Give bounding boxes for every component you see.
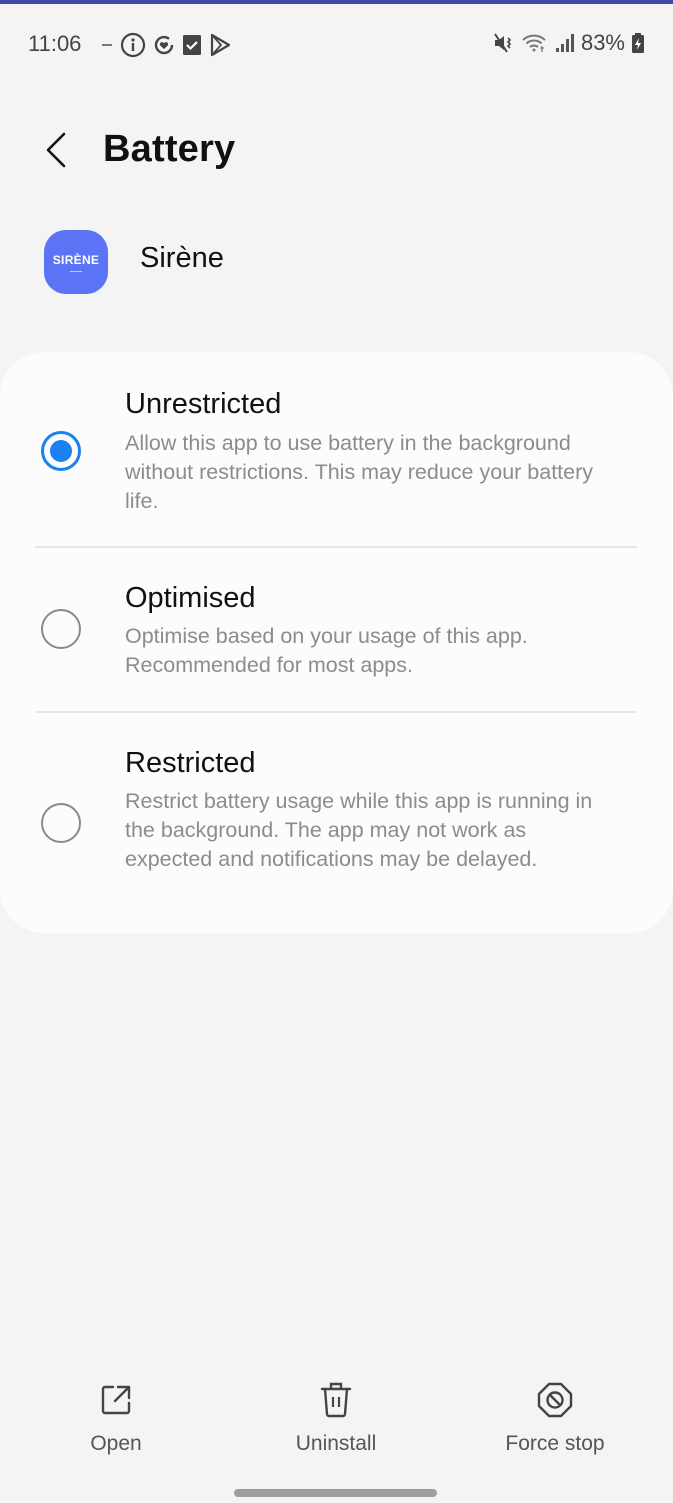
force-stop-button[interactable]: Force stop <box>465 1370 645 1462</box>
option-restricted[interactable]: Restricted Restrict battery usage while … <box>0 713 673 933</box>
notification-icons <box>100 32 232 58</box>
play-store-icon <box>208 33 232 57</box>
open-external-icon <box>96 1380 136 1420</box>
app-name: Sirène <box>140 242 224 274</box>
option-optimised[interactable]: Optimised Optimise based on your usage o… <box>0 548 673 710</box>
option-description: Allow this app to use battery in the bac… <box>125 431 594 513</box>
battery-options-card: Unrestricted Allow this app to use batte… <box>0 352 673 933</box>
option-description: Optimise based on your usage of this app… <box>125 624 528 677</box>
info-icon <box>120 32 146 58</box>
signal-icon <box>555 32 575 54</box>
app-icon-text: SIRÈNE <box>52 252 100 267</box>
header: Battery <box>0 120 673 184</box>
status-bar: 11:06 83% <box>0 4 673 80</box>
sync-heart-icon <box>152 33 176 57</box>
app-info-row: SIRÈNE Sirène <box>0 228 673 296</box>
system-icons: 83% <box>493 30 645 56</box>
mute-vibrate-icon <box>493 32 515 54</box>
option-title: Optimised <box>125 582 256 614</box>
home-indicator[interactable] <box>234 1489 437 1497</box>
trash-icon <box>316 1380 356 1420</box>
option-unrestricted[interactable]: Unrestricted Allow this app to use batte… <box>0 352 673 546</box>
radio-restricted[interactable] <box>41 803 81 843</box>
bottom-action-bar: Open Uninstall Force stop <box>0 1370 673 1470</box>
status-time: 11:06 <box>28 31 82 56</box>
page-title: Battery <box>103 128 236 170</box>
stop-octagon-icon <box>535 1380 575 1420</box>
uninstall-label: Uninstall <box>295 1432 377 1455</box>
uninstall-button[interactable]: Uninstall <box>246 1370 426 1462</box>
battery-charging-icon <box>631 32 645 54</box>
radio-unrestricted[interactable] <box>41 431 81 471</box>
app-icon-underline <box>70 270 82 272</box>
option-description: Restrict battery usage while this app is… <box>125 789 593 871</box>
app-icon: SIRÈNE <box>44 230 108 294</box>
chevron-left-icon <box>44 130 68 175</box>
radio-optimised[interactable] <box>41 609 81 649</box>
dash-icon <box>100 34 114 56</box>
option-title: Unrestricted <box>125 388 282 420</box>
wifi-icon <box>521 32 549 54</box>
open-button[interactable]: Open <box>26 1370 206 1462</box>
battery-percent: 83% <box>580 30 625 55</box>
checkbox-icon <box>182 34 202 56</box>
open-label: Open <box>90 1432 142 1455</box>
force-stop-label: Force stop <box>505 1432 605 1455</box>
back-button[interactable] <box>36 130 76 174</box>
option-title: Restricted <box>125 747 256 779</box>
